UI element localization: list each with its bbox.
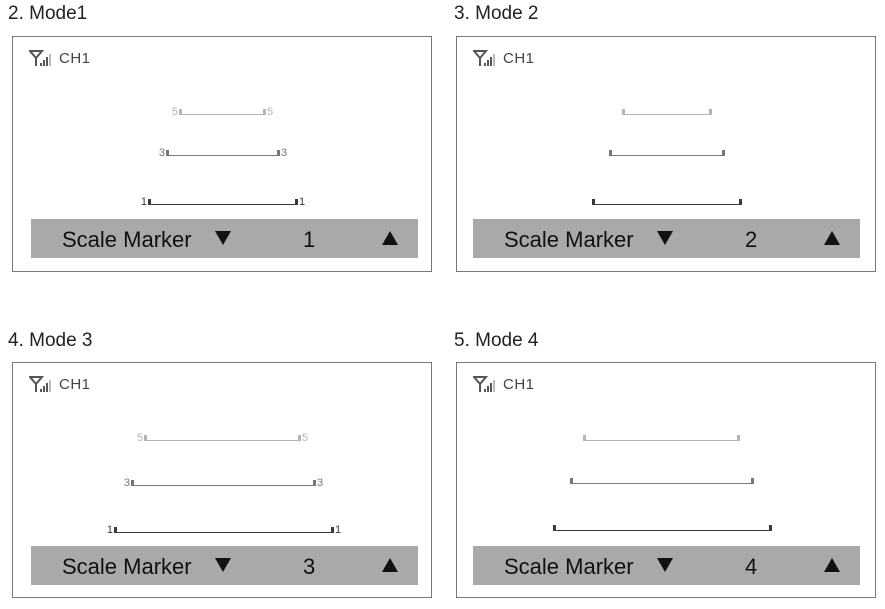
menu-value: 4	[745, 554, 758, 579]
marker-label-left: 1	[106, 524, 113, 536]
status-row: CH1	[29, 49, 91, 67]
menu-title: Scale Marker	[62, 554, 192, 579]
marker-label-right: 1	[299, 196, 306, 208]
caption-mode-4: 5. Mode 4	[454, 330, 539, 351]
marker-tick-right	[295, 199, 298, 205]
scale-marker-5	[622, 105, 712, 115]
marker-label-right: 5	[302, 432, 309, 444]
menu-title: Scale Marker	[62, 227, 192, 252]
screen-panel-mode-4: CH1 Scale Marker 4	[456, 362, 876, 598]
marker-tick-right	[722, 150, 725, 156]
menu-value: 3	[303, 554, 316, 579]
marker-line	[570, 483, 754, 484]
marker-label-left: 5	[136, 432, 143, 444]
caption-mode-1: 2. Mode1	[8, 3, 88, 24]
marker-label-right: 3	[281, 147, 288, 159]
scale-marker-menu-bar: Scale Marker 4	[473, 546, 860, 585]
marker-tick-right	[709, 109, 712, 115]
marker-line	[166, 155, 280, 156]
screen-panel-mode-3: CH1 5 5 3 3 1 1 Scale Marker 3	[12, 362, 432, 598]
scale-marker-3	[570, 474, 754, 484]
scale-marker-5: 5 5	[137, 431, 308, 444]
signal-antenna-icon	[29, 375, 57, 393]
channel-label: CH1	[59, 375, 91, 393]
marker-label-left: 3	[123, 477, 130, 489]
triangle-up-icon[interactable]	[382, 558, 398, 577]
channel-label: CH1	[503, 49, 535, 67]
signal-antenna-icon	[473, 375, 501, 393]
menu-value: 1	[303, 227, 316, 252]
marker-tick-right	[263, 109, 266, 115]
triangle-down-icon[interactable]	[657, 231, 673, 250]
marker-label-left: 3	[158, 147, 165, 159]
scale-marker-menu-bar: Scale Marker 3	[31, 546, 418, 585]
triangle-down-icon[interactable]	[215, 231, 231, 250]
marker-line	[592, 204, 742, 205]
caption-mode-2: 3. Mode 2	[454, 3, 539, 24]
scale-marker-1	[592, 195, 742, 205]
marker-line	[583, 440, 740, 441]
triangle-up-icon[interactable]	[824, 231, 840, 250]
scale-marker-menu-bar: Scale Marker 1	[31, 219, 418, 258]
marker-tick-right	[769, 525, 772, 531]
triangle-up-icon[interactable]	[824, 558, 840, 577]
marker-line	[114, 532, 334, 533]
menu-value: 2	[745, 227, 758, 252]
triangle-down-icon[interactable]	[657, 558, 673, 577]
scale-marker-menu-bar: Scale Marker 2	[473, 219, 860, 258]
marker-label-right: 3	[317, 477, 324, 489]
marker-tick-right	[739, 199, 742, 205]
marker-tick-right	[313, 480, 316, 486]
menu-title: Scale Marker	[504, 227, 634, 252]
status-row: CH1	[473, 375, 535, 393]
marker-label-right: 1	[335, 524, 342, 536]
signal-antenna-icon	[29, 49, 57, 67]
triangle-down-icon[interactable]	[215, 558, 231, 577]
marker-line	[131, 485, 316, 486]
marker-label-right: 5	[267, 106, 274, 118]
scale-marker-5	[583, 431, 740, 441]
marker-line	[144, 440, 301, 441]
marker-tick-right	[331, 527, 334, 533]
scale-marker-5: 5 5	[172, 105, 273, 118]
channel-label: CH1	[503, 375, 535, 393]
marker-tick-right	[751, 478, 754, 484]
status-row: CH1	[473, 49, 535, 67]
scale-marker-1: 1 1	[107, 523, 341, 536]
scale-marker-3	[609, 146, 725, 156]
marker-line	[609, 155, 725, 156]
scale-marker-3: 3 3	[124, 476, 323, 489]
scale-marker-1	[553, 521, 772, 531]
triangle-up-icon[interactable]	[382, 231, 398, 250]
marker-line	[553, 530, 772, 531]
marker-line	[622, 114, 712, 115]
marker-line	[148, 204, 298, 205]
caption-mode-3: 4. Mode 3	[8, 330, 93, 351]
marker-label-left: 1	[140, 196, 147, 208]
screen-panel-mode-2: CH1 Scale Marker 2	[456, 36, 876, 272]
status-row: CH1	[29, 375, 91, 393]
channel-label: CH1	[59, 49, 91, 67]
marker-line	[179, 114, 266, 115]
marker-label-left: 5	[171, 106, 178, 118]
menu-title: Scale Marker	[504, 554, 634, 579]
marker-tick-right	[298, 435, 301, 441]
scale-marker-3: 3 3	[159, 146, 287, 159]
marker-tick-right	[277, 150, 280, 156]
marker-tick-right	[737, 435, 740, 441]
signal-antenna-icon	[473, 49, 501, 67]
scale-marker-1: 1 1	[141, 195, 305, 208]
screen-panel-mode-1: CH1 5 5 3 3 1 1 Scale Marker 1	[12, 36, 432, 272]
